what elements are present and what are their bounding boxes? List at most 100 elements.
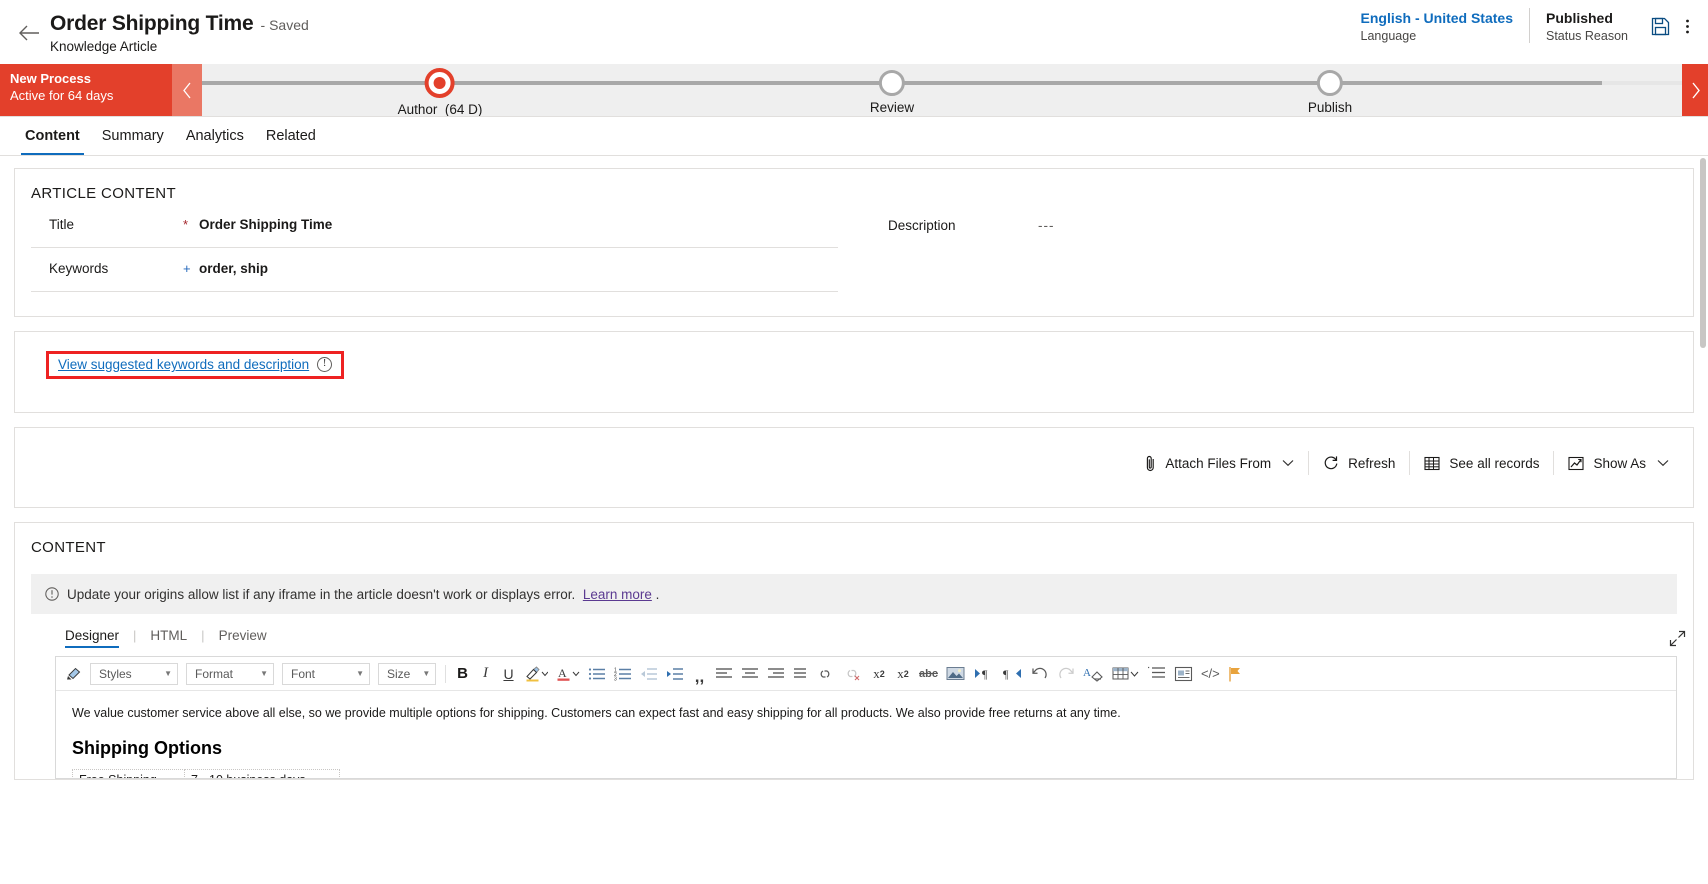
process-stage-review[interactable]: Review	[870, 64, 914, 115]
align-right-icon[interactable]	[764, 662, 788, 686]
editor-tab-html[interactable]: HTML	[150, 628, 201, 648]
chevron-right-icon[interactable]	[1682, 64, 1708, 116]
rich-text-editor: Styles ▼ Format ▼ Font ▼ Size ▼ B I U A …	[55, 656, 1677, 691]
editor-tab-designer[interactable]: Designer	[65, 628, 133, 648]
origins-allow-list-message: Update your origins allow list if any if…	[31, 574, 1677, 614]
ltr-direction-icon[interactable]: ¶	[970, 662, 997, 686]
attachments-section: Attach Files From Refresh See all record…	[14, 427, 1694, 508]
message-text: Update your origins allow list if any if…	[67, 586, 576, 602]
redo-icon[interactable]	[1054, 662, 1078, 686]
superscript-icon[interactable]: x2	[868, 662, 890, 686]
line-height-icon[interactable]	[1144, 662, 1169, 686]
back-button[interactable]	[14, 18, 44, 48]
blockquote-icon[interactable]: ,,	[689, 662, 710, 686]
header-language-value[interactable]: English - United States	[1361, 10, 1513, 26]
remove-link-icon[interactable]	[840, 662, 866, 686]
entity-name: Knowledge Article	[50, 39, 158, 54]
header-status-field[interactable]: Published Status Reason	[1529, 8, 1644, 43]
grid-icon	[1424, 456, 1440, 471]
italic-icon[interactable]: I	[475, 662, 496, 686]
process-stage-author[interactable]: Author (64 D)	[397, 64, 482, 116]
tab-related[interactable]: Related	[255, 117, 327, 155]
align-justify-icon[interactable]	[790, 662, 810, 686]
info-circle-icon	[45, 587, 59, 601]
editor-mode-tabs: Designer | HTML | Preview	[15, 614, 1693, 648]
strikethrough-icon[interactable]: abc	[916, 662, 941, 686]
rtl-direction-icon[interactable]: ¶	[999, 662, 1026, 686]
combo-value: Font	[291, 666, 316, 681]
font-color-icon[interactable]: A	[553, 662, 583, 686]
attachments-toolbar: Attach Files From Refresh See all record…	[1131, 451, 1683, 475]
document-heading: Shipping Options	[72, 738, 222, 758]
svg-text:3: 3	[614, 676, 617, 681]
field-value: order, ship	[199, 261, 269, 276]
field-title[interactable]: Title * Order Shipping Time	[31, 208, 838, 248]
source-code-icon[interactable]: </>	[1198, 662, 1223, 686]
tab-divider: |	[201, 628, 205, 643]
learn-more-link[interactable]: Learn more	[583, 587, 652, 602]
see-all-records-button[interactable]: See all records	[1409, 451, 1553, 475]
process-name: New Process	[10, 71, 91, 86]
underline-icon[interactable]: U	[498, 662, 519, 686]
insert-link-icon[interactable]	[812, 662, 838, 686]
chevron-down-icon: ▼	[260, 669, 268, 678]
chart-icon	[1568, 456, 1585, 471]
vertical-scrollbar[interactable]	[1698, 156, 1708, 884]
suggestion-highlight-box: View suggested keywords and description …	[46, 351, 345, 379]
more-commands-button[interactable]	[1676, 10, 1698, 42]
scrollbar-thumb[interactable]	[1700, 158, 1706, 348]
process-stage-label: Review	[869, 100, 915, 115]
format-painter-icon[interactable]	[62, 662, 85, 686]
saved-status: - Saved	[260, 17, 309, 33]
process-stage-header[interactable]: New Process Active for 64 days	[0, 64, 172, 116]
subscript-icon[interactable]: x2	[892, 662, 914, 686]
table-row: Free Shipping 7 - 10 business days	[72, 769, 340, 778]
chevron-down-icon	[1657, 459, 1669, 467]
expand-diagonal-icon[interactable]	[1669, 630, 1686, 647]
refresh-button[interactable]: Refresh	[1308, 451, 1409, 475]
editor-document[interactable]: We value customer service above all else…	[55, 691, 1677, 779]
field-description[interactable]: Description ---	[870, 208, 1677, 248]
process-active-duration: Active for 64 days	[10, 88, 114, 103]
tab-content[interactable]: Content	[14, 117, 91, 155]
view-suggested-keywords-link[interactable]: View suggested keywords and description	[58, 357, 309, 372]
field-label: Description	[888, 217, 956, 233]
size-combo[interactable]: Size ▼	[378, 662, 436, 685]
undo-icon[interactable]	[1028, 662, 1052, 686]
insert-template-icon[interactable]	[1171, 662, 1196, 686]
process-stage-track: Author (64 D) Review Publish	[202, 64, 1682, 116]
stage-label-text: Author	[397, 102, 438, 116]
save-icon[interactable]	[1644, 10, 1676, 42]
font-combo[interactable]: Font ▼	[282, 662, 370, 685]
align-center-icon[interactable]	[738, 662, 762, 686]
field-keywords[interactable]: Keywords + order, ship	[31, 252, 838, 292]
editor-tab-preview[interactable]: Preview	[219, 628, 281, 648]
info-circle-icon[interactable]: !	[317, 357, 333, 372]
insert-table-icon[interactable]	[1109, 662, 1142, 686]
format-combo[interactable]: Format ▼	[186, 662, 274, 685]
field-value: ---	[1038, 217, 1055, 233]
styles-combo[interactable]: Styles ▼	[90, 662, 178, 685]
flag-icon[interactable]	[1225, 662, 1247, 686]
numbered-list-icon[interactable]: 1 2 3	[611, 662, 635, 686]
header-language-field[interactable]: English - United States Language	[1345, 8, 1529, 43]
title-bar: Order Shipping Time - Saved Knowledge Ar…	[0, 0, 1708, 64]
attach-files-from-button[interactable]: Attach Files From	[1131, 451, 1308, 475]
highlight-color-icon[interactable]	[521, 662, 551, 686]
increase-indent-icon[interactable]	[663, 662, 687, 686]
tab-summary[interactable]: Summary	[91, 117, 175, 155]
remove-format-icon[interactable]: A	[1080, 662, 1107, 686]
tab-analytics[interactable]: Analytics	[175, 117, 255, 155]
required-marker: *	[183, 216, 189, 232]
insert-image-icon[interactable]	[943, 662, 968, 686]
show-as-button[interactable]: Show As	[1553, 451, 1683, 475]
combo-value: Format	[195, 666, 234, 681]
process-stage-publish[interactable]: Publish	[1308, 64, 1352, 115]
bulleted-list-icon[interactable]	[585, 662, 609, 686]
article-content-right-column: Description ---	[854, 208, 1693, 296]
bold-icon[interactable]: B	[452, 662, 473, 686]
editor-toolbar: Styles ▼ Format ▼ Font ▼ Size ▼ B I U A …	[56, 657, 1676, 691]
chevron-left-icon[interactable]	[172, 64, 202, 116]
decrease-indent-icon[interactable]	[637, 662, 661, 686]
align-left-icon[interactable]	[712, 662, 736, 686]
